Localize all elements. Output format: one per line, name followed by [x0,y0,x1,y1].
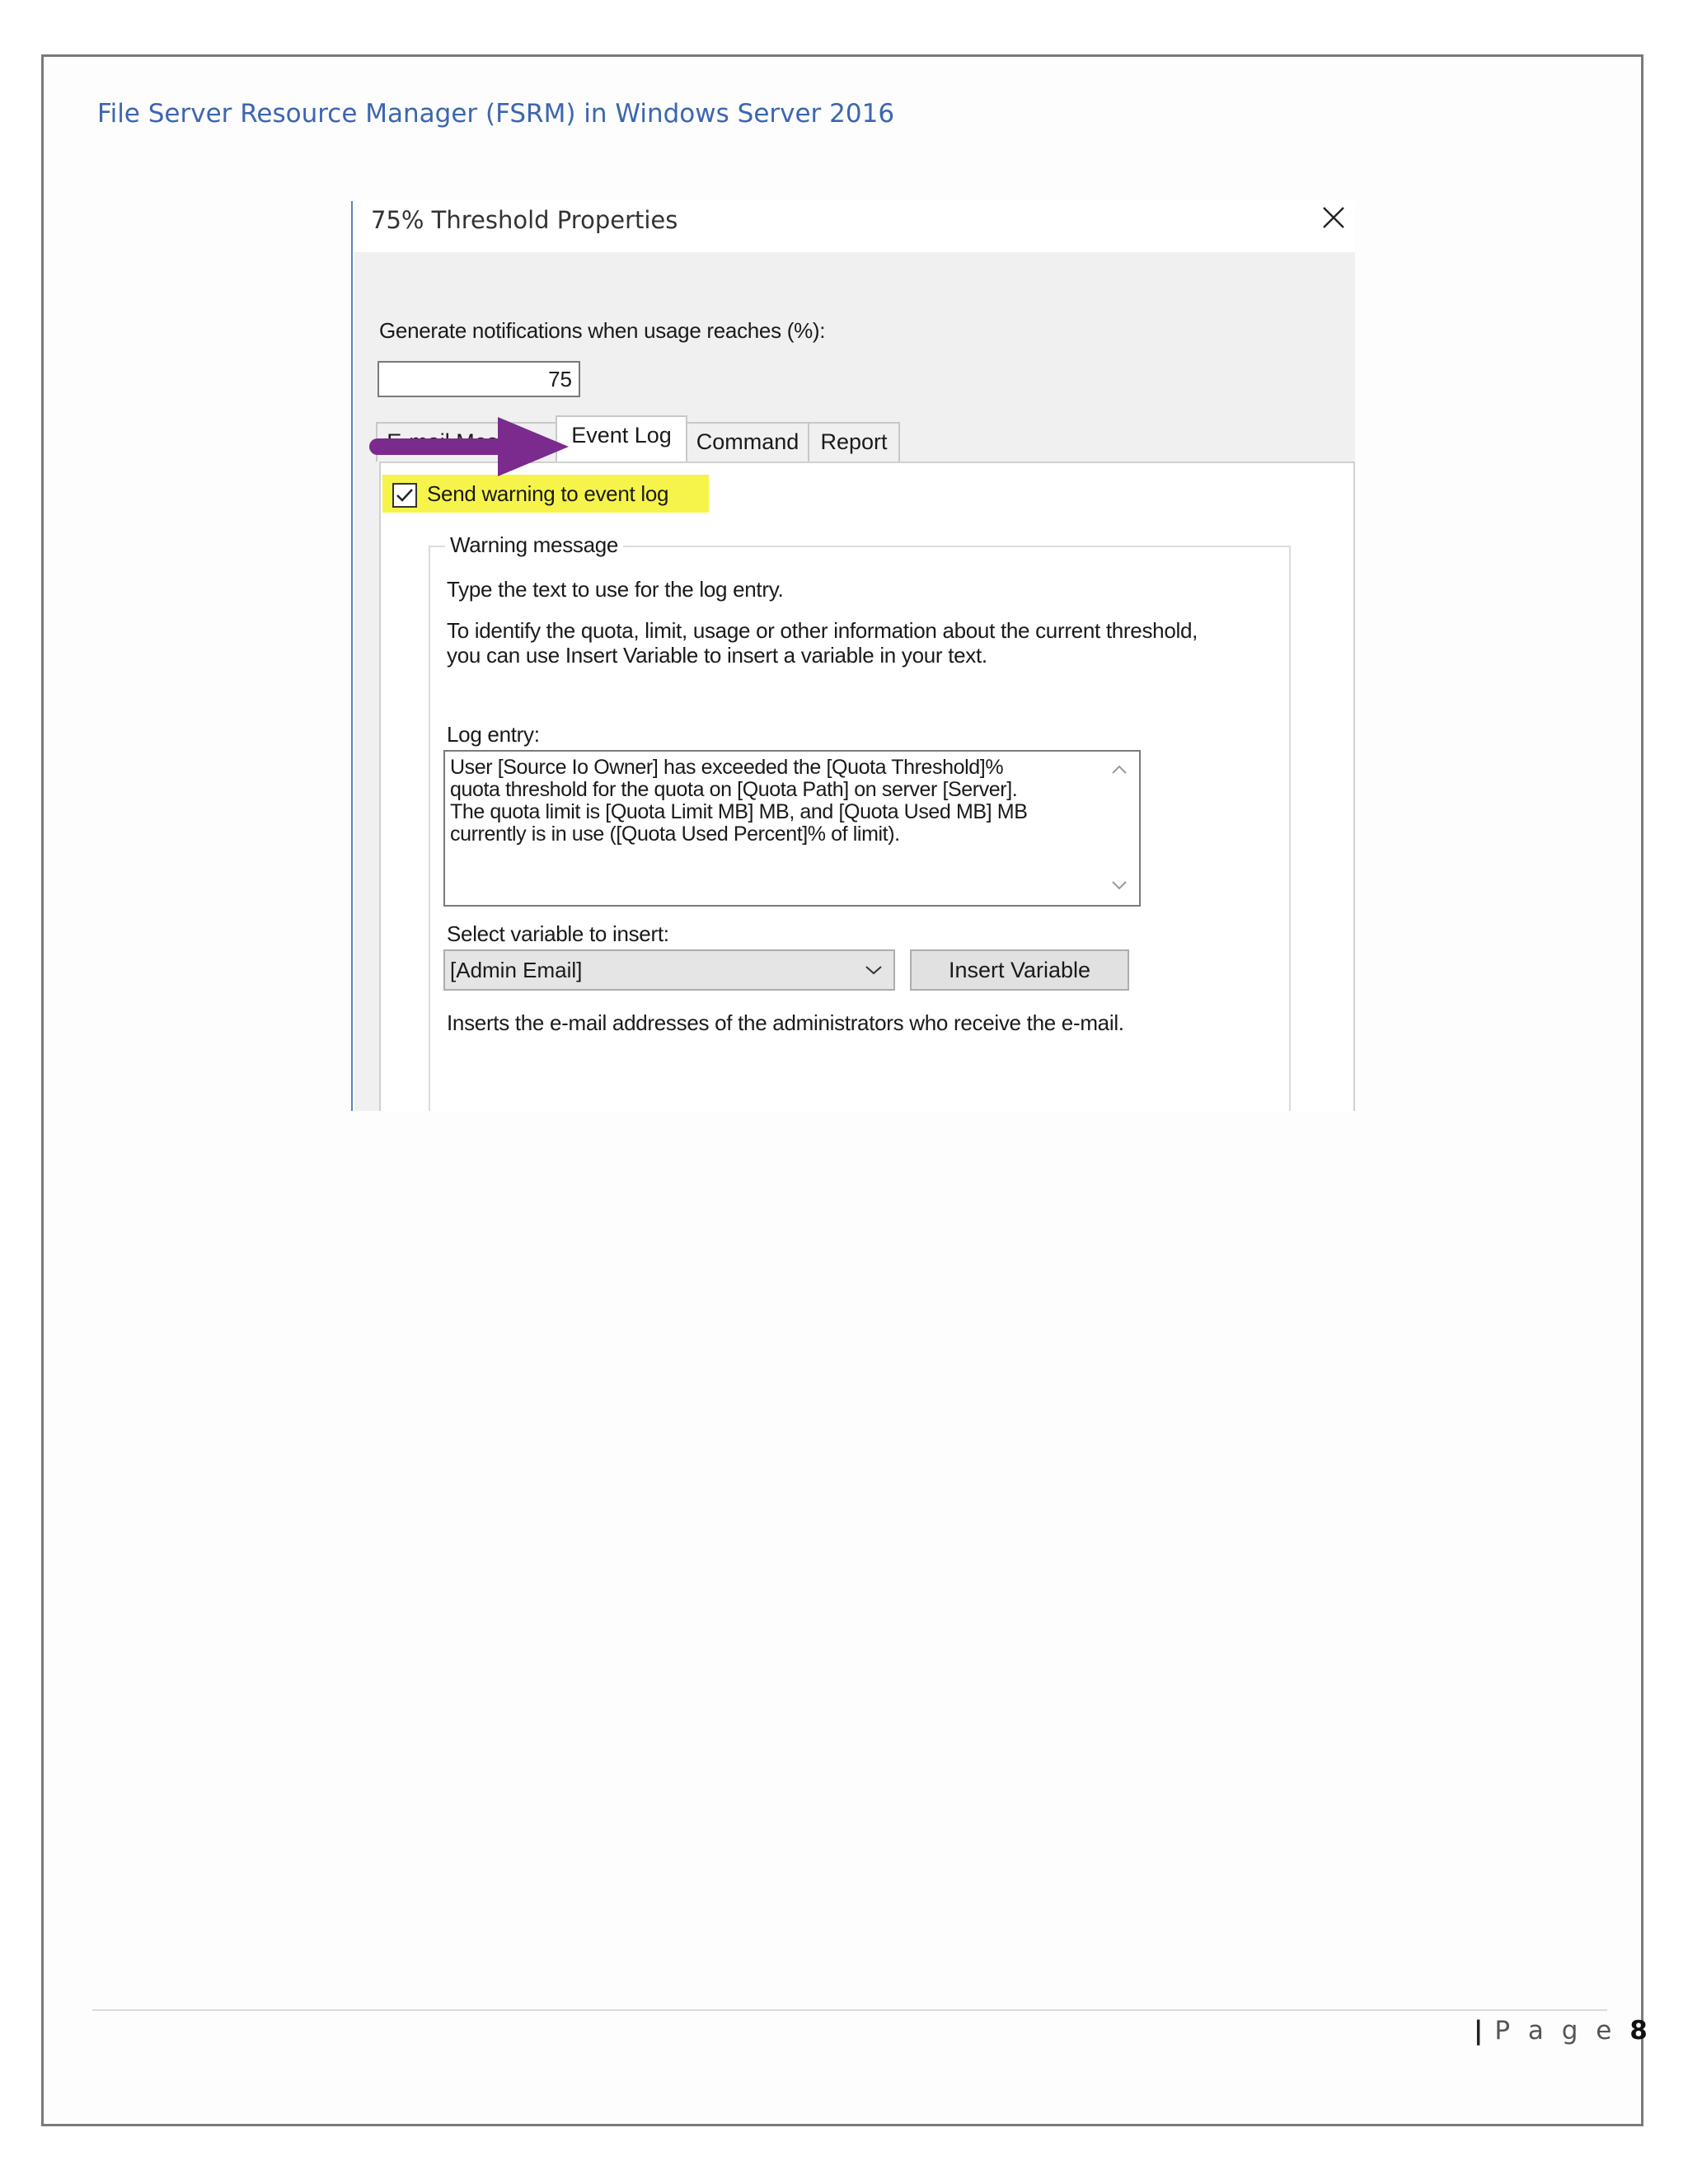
tab-command[interactable]: Command [686,422,809,462]
checkmark-icon [396,489,413,502]
log-entry-label: Log entry: [447,722,540,747]
document-header: File Server Resource Manager (FSRM) in W… [97,99,895,129]
instructions-text: Type the text to use for the log entry. [447,577,784,602]
instructions-variable-text-1: To identify the quota, limit, usage or o… [447,618,1198,643]
dialog-body: Generate notifications when usage reache… [354,252,1355,1111]
close-icon[interactable] [1319,203,1348,232]
usage-label: Generate notifications when usage reache… [379,318,826,343]
threshold-properties-dialog: 75% Threshold Properties Generate notifi… [351,201,1355,1111]
scroll-up-icon[interactable] [1109,763,1129,776]
chevron-down-icon [865,966,882,975]
dialog-title: 75% Threshold Properties [371,206,678,234]
select-variable-label: Select variable to insert: [447,921,669,946]
instructions-variable-text-2: you can use Insert Variable to insert a … [447,643,987,668]
page-footer: | P a g e 8 [1474,2016,1653,2046]
usage-percent-input[interactable]: 75 [377,361,580,397]
variable-select[interactable]: [Admin Email] [443,949,895,991]
footer-page-number: 8 [1629,2016,1653,2046]
warning-message-legend: Warning message [445,532,624,558]
send-warning-label: Send warning to event log [427,481,669,506]
footer-divider [92,2009,1607,2011]
log-entry-textarea[interactable]: User [Source Io Owner] has exceeded the … [443,750,1141,907]
variable-select-value: [Admin Email] [450,958,583,982]
send-warning-checkbox[interactable] [392,483,417,508]
scroll-down-icon[interactable] [1109,879,1129,892]
log-entry-text: User [Source Io Owner] has exceeded the … [450,756,1028,846]
annotation-arrow-icon [369,417,569,476]
tab-report[interactable]: Report [808,422,900,462]
footer-page-label: P a g e [1494,2016,1617,2046]
dialog-title-bar: 75% Threshold Properties [353,201,1355,252]
footer-bar: | [1474,2016,1484,2046]
insert-variable-button[interactable]: Insert Variable [910,949,1129,991]
variable-description: Inserts the e-mail addresses of the admi… [447,1010,1124,1035]
